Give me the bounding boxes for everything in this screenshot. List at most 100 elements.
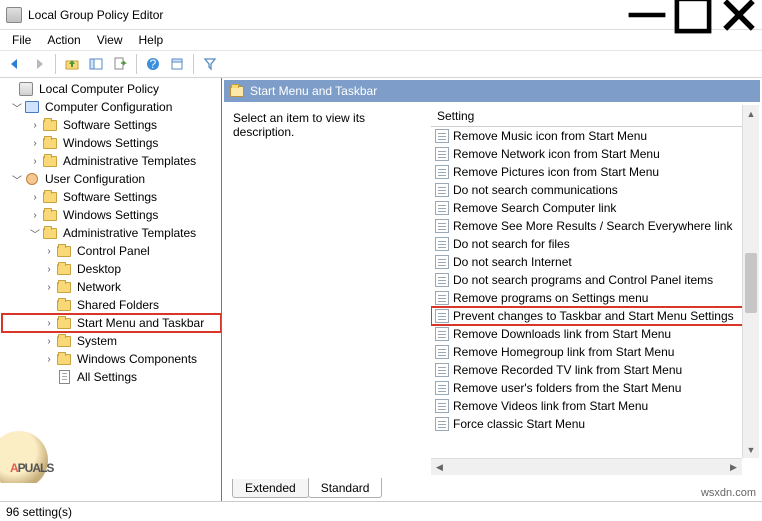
setting-row[interactable]: Remove Downloads link from Start Menu [431,325,759,343]
chevron-right-icon[interactable]: › [28,210,42,221]
show-hide-tree-button[interactable] [85,53,107,75]
setting-label: Remove Network icon from Start Menu [453,147,660,161]
back-button[interactable] [4,53,26,75]
chevron-down-icon[interactable]: ﹀ [10,100,24,115]
toolbar-separator [55,54,56,74]
folder-icon [43,192,57,203]
policy-item-icon [435,255,449,269]
tree-computer-config[interactable]: ﹀Computer Configuration [2,98,221,116]
tree-network[interactable]: ›Network [2,278,221,296]
chevron-right-icon[interactable]: › [42,336,56,347]
horizontal-scrollbar[interactable]: ◀ ▶ [431,458,742,475]
tree-u-admin[interactable]: ﹀Administrative Templates [2,224,221,242]
tree-c-admin[interactable]: ›Administrative Templates [2,152,221,170]
properties-button[interactable] [166,53,188,75]
menu-view[interactable]: View [89,31,131,49]
setting-row[interactable]: Remove See More Results / Search Everywh… [431,217,759,235]
tree-all-settings[interactable]: All Settings [2,368,221,386]
tree-system[interactable]: ›System [2,332,221,350]
setting-row[interactable]: Remove programs on Settings menu [431,289,759,307]
chevron-right-icon[interactable]: › [42,282,56,293]
tab-standard[interactable]: Standard [308,478,383,498]
tree-control-panel[interactable]: ›Control Panel [2,242,221,260]
folder-icon [57,282,71,293]
toolbar-separator [193,54,194,74]
setting-row[interactable]: Do not search Internet [431,253,759,271]
menu-file[interactable]: File [4,31,39,49]
tab-extended[interactable]: Extended [232,479,309,498]
description-text: Select an item to view its description. [233,111,365,139]
statusbar: 96 setting(s) [0,501,762,521]
setting-row[interactable]: Remove Homegroup link from Start Menu [431,343,759,361]
tree-user-config[interactable]: ﹀User Configuration [2,170,221,188]
setting-row[interactable]: Remove user's folders from the Start Men… [431,379,759,397]
chevron-right-icon[interactable]: › [28,120,42,131]
computer-icon [25,101,39,113]
scroll-right-icon[interactable]: ▶ [725,459,742,475]
setting-label: Remove Music icon from Start Menu [453,129,647,143]
setting-row[interactable]: Force classic Start Menu [431,415,759,433]
tree-shared-folders[interactable]: Shared Folders [2,296,221,314]
tree-root[interactable]: Local Computer Policy [2,80,221,98]
scrollbar-thumb[interactable] [745,253,757,313]
chevron-right-icon[interactable]: › [42,354,56,365]
minimize-button[interactable] [624,0,670,30]
chevron-down-icon[interactable]: ﹀ [28,226,42,241]
scroll-up-icon[interactable]: ▲ [743,105,759,122]
policy-item-icon [435,399,449,413]
chevron-right-icon[interactable]: › [42,318,56,329]
tree-start-menu-taskbar[interactable]: ›Start Menu and Taskbar [2,314,221,332]
setting-label: Do not search Internet [453,255,572,269]
chevron-down-icon[interactable]: ﹀ [10,172,24,187]
export-list-button[interactable] [109,53,131,75]
setting-row[interactable]: Do not search for files [431,235,759,253]
chevron-right-icon[interactable]: › [28,138,42,149]
policy-item-icon [435,381,449,395]
tree-u-software[interactable]: ›Software Settings [2,188,221,206]
setting-label: Remove Search Computer link [453,201,616,215]
setting-row[interactable]: Prevent changes to Taskbar and Start Men… [431,307,759,325]
chevron-right-icon[interactable]: › [28,192,42,203]
chevron-right-icon[interactable]: › [42,264,56,275]
setting-row[interactable]: Do not search programs and Control Panel… [431,271,759,289]
menu-action[interactable]: Action [39,31,88,49]
up-folder-button[interactable] [61,53,83,75]
forward-button[interactable] [28,53,50,75]
tree-windows-components[interactable]: ›Windows Components [2,350,221,368]
scroll-down-icon[interactable]: ▼ [743,441,759,458]
close-button[interactable] [716,0,762,30]
setting-row[interactable]: Remove Videos link from Start Menu [431,397,759,415]
menu-help[interactable]: Help [131,31,172,49]
tree-u-windows[interactable]: ›Windows Settings [2,206,221,224]
toolbar-separator [136,54,137,74]
setting-row[interactable]: Remove Network icon from Start Menu [431,145,759,163]
policy-item-icon [435,147,449,161]
user-icon [26,173,38,185]
folder-icon [43,138,57,149]
list-column-header[interactable]: Setting [431,105,759,127]
policy-item-icon [435,237,449,251]
folder-icon [57,318,71,329]
setting-row[interactable]: Remove Pictures icon from Start Menu [431,163,759,181]
policy-item-icon [435,273,449,287]
scroll-left-icon[interactable]: ◀ [431,459,448,475]
tree-desktop[interactable]: ›Desktop [2,260,221,278]
chevron-right-icon[interactable]: › [42,246,56,257]
folder-icon [57,336,71,347]
filter-button[interactable] [199,53,221,75]
maximize-button[interactable] [670,0,716,30]
tree-c-software[interactable]: ›Software Settings [2,116,221,134]
setting-row[interactable]: Do not search communications [431,181,759,199]
setting-label: Remove Downloads link from Start Menu [453,327,671,341]
tree-c-windows[interactable]: ›Windows Settings [2,134,221,152]
titlebar: Local Group Policy Editor [0,0,762,30]
setting-row[interactable]: Remove Search Computer link [431,199,759,217]
policy-item-icon [435,417,449,431]
setting-row[interactable]: Remove Recorded TV link from Start Menu [431,361,759,379]
chevron-right-icon[interactable]: › [28,156,42,167]
content-header-title: Start Menu and Taskbar [250,84,377,98]
settings-list: Setting Remove Music icon from Start Men… [430,105,759,475]
setting-row[interactable]: Remove Music icon from Start Menu [431,127,759,145]
help-button[interactable]: ? [142,53,164,75]
vertical-scrollbar[interactable]: ▲ ▼ [742,105,759,458]
